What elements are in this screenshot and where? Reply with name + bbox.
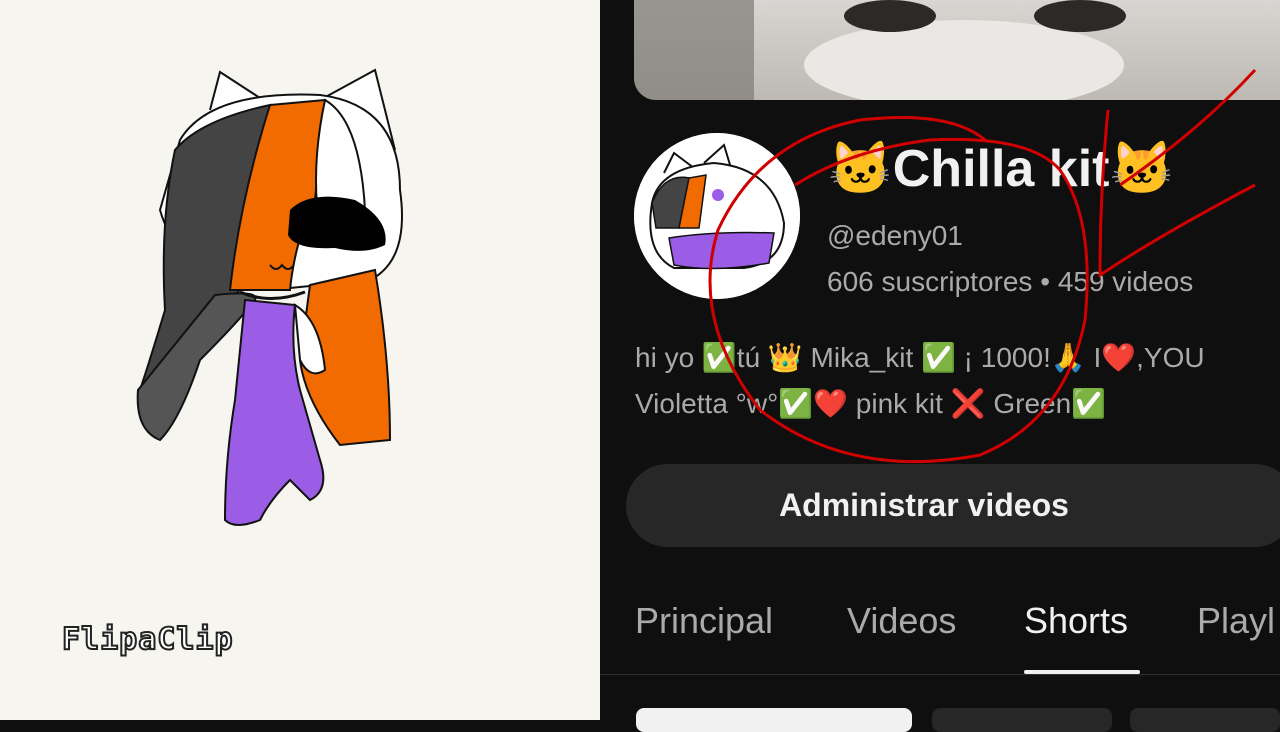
channel-banner [634, 0, 1280, 100]
channel-description[interactable]: hi yo ✅tú 👑 Mika_kit ✅ ¡ 1000!🙏 I❤️,YOU … [635, 335, 1255, 427]
channel-handle: @edeny01 [827, 220, 963, 251]
description-line: Violetta °w°✅❤️ pink kit ❌ Green✅ [635, 388, 1107, 419]
filter-chips [600, 708, 1280, 732]
tabs-divider [600, 674, 1280, 675]
channel-tabs: Principal Videos Shorts Playl [600, 580, 1280, 676]
tab-playlists[interactable]: Playl [1197, 600, 1275, 642]
channel-stats: 606 suscriptores • 459 videos [827, 266, 1193, 298]
subscriber-count: 606 suscriptores [827, 266, 1033, 297]
channel-name: 🐱Chilla kit🐱 [828, 140, 1175, 198]
filter-chip[interactable] [1130, 708, 1280, 732]
drawing-canvas: FlipaClip [0, 0, 601, 720]
stats-separator: • [1040, 266, 1051, 297]
filter-chip[interactable] [636, 708, 912, 732]
youtube-channel-screen: 🐱Chilla kit🐱 @edeny01 606 suscriptores •… [600, 0, 1280, 732]
tab-principal[interactable]: Principal [635, 600, 773, 642]
cat-character-drawing [136, 68, 403, 526]
video-count: 459 videos [1057, 266, 1194, 297]
tab-shorts[interactable]: Shorts [1024, 600, 1128, 642]
manage-videos-button[interactable]: Administrar videos [626, 464, 1280, 547]
description-line: hi yo ✅tú 👑 Mika_kit ✅ ¡ 1000!🙏 I❤️,YOU [635, 342, 1205, 373]
tab-videos[interactable]: Videos [847, 600, 956, 642]
filter-chip[interactable] [932, 708, 1112, 732]
cat-avatar-icon [634, 133, 800, 299]
channel-avatar[interactable] [634, 133, 800, 299]
flipaclip-logo: FlipaClip [61, 621, 234, 658]
